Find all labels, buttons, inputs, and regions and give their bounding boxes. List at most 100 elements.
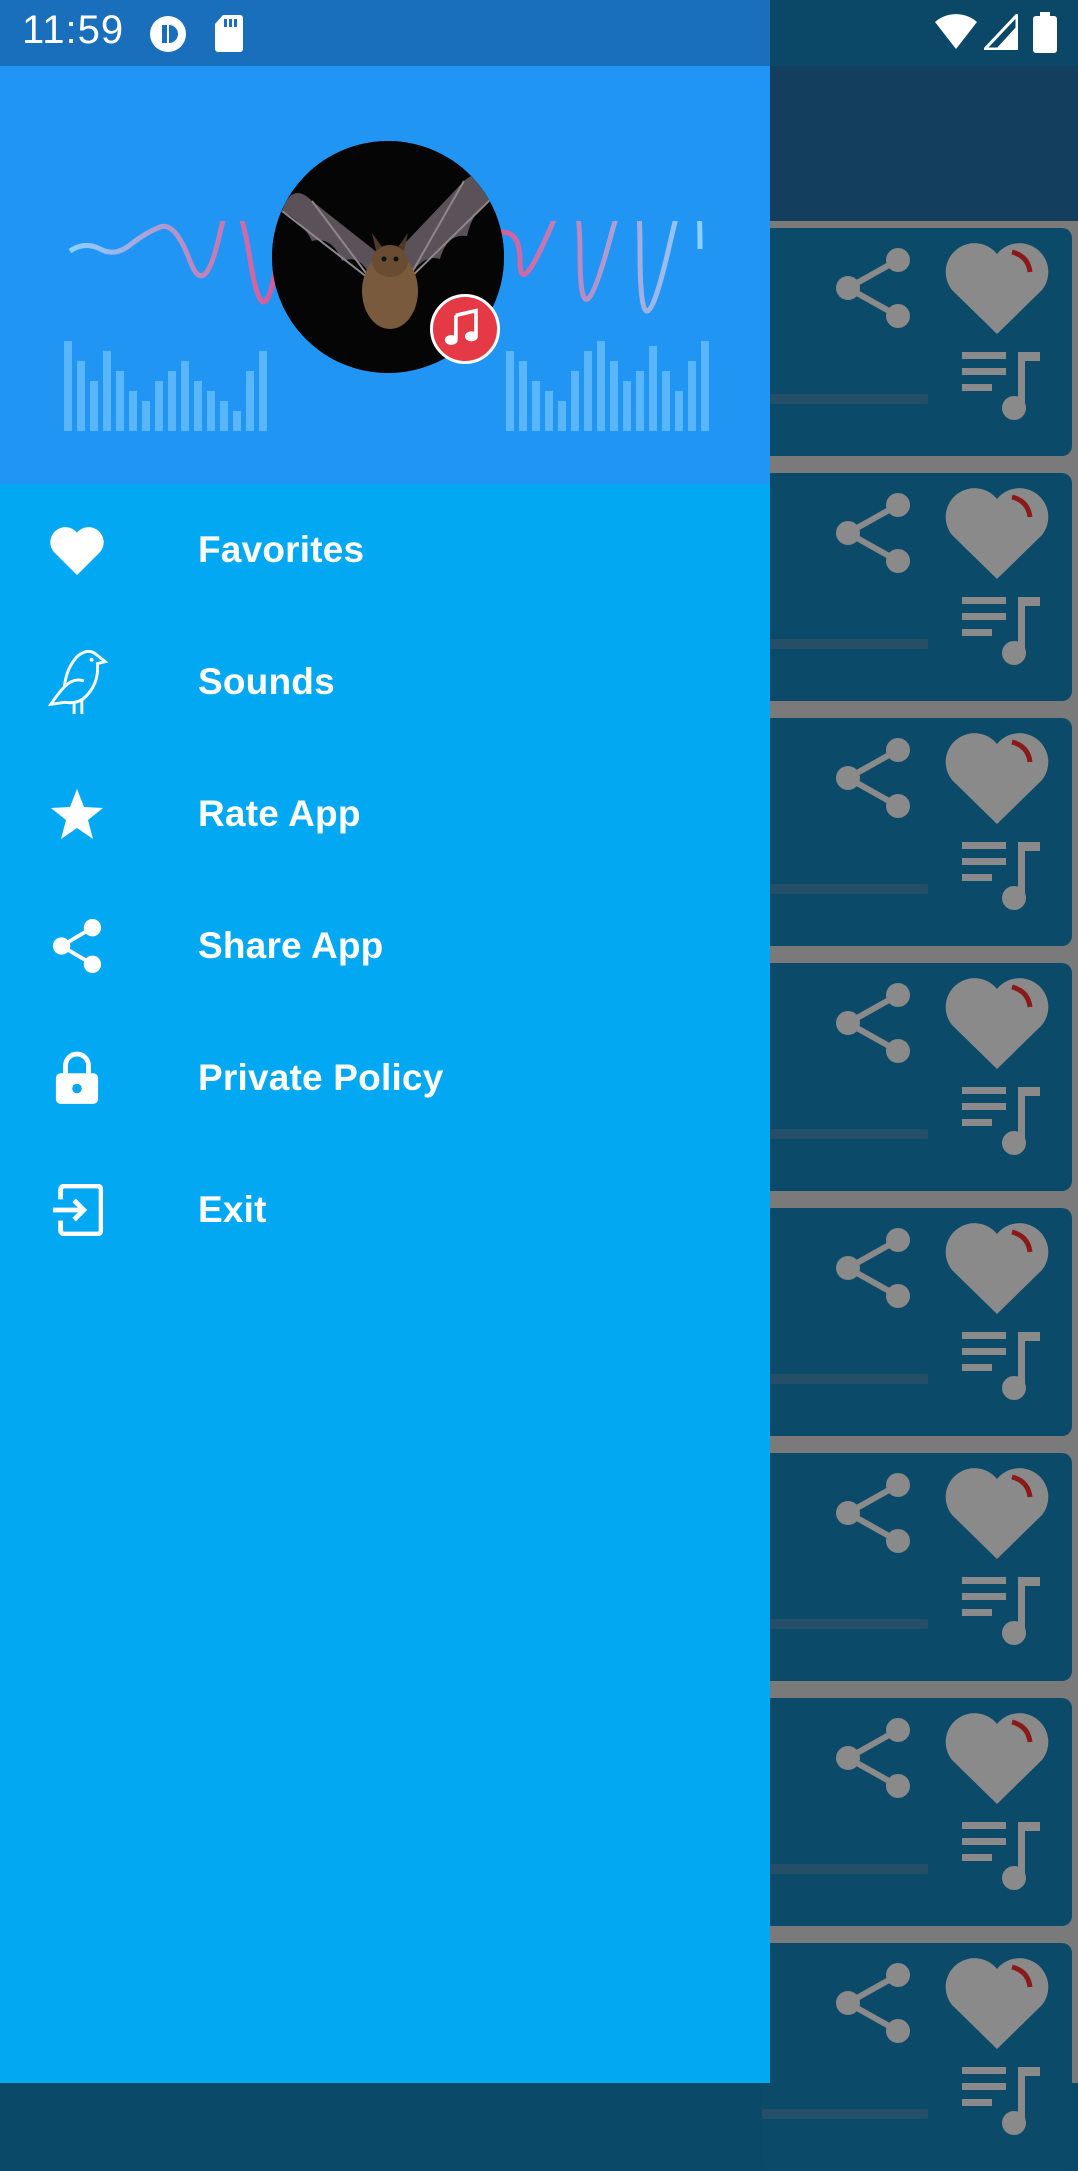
eq-bar bbox=[77, 361, 85, 431]
eq-bar bbox=[623, 381, 631, 431]
favorite-heart-icon[interactable] bbox=[942, 1953, 1052, 2053]
signal-icon bbox=[984, 14, 1018, 50]
menu-item-label: Share App bbox=[198, 925, 384, 966]
menu-item-share-app[interactable]: Share App bbox=[0, 880, 770, 1012]
share-icon[interactable] bbox=[832, 1716, 916, 1800]
sound-progress-track bbox=[762, 639, 928, 649]
sound-progress-track bbox=[762, 1619, 928, 1629]
eq-bar bbox=[649, 346, 657, 431]
eq-bar bbox=[194, 381, 202, 431]
eq-bar bbox=[155, 381, 163, 431]
eq-bar bbox=[129, 391, 137, 431]
eq-bar bbox=[558, 401, 566, 431]
eq-bar bbox=[233, 411, 241, 431]
sound-card[interactable] bbox=[762, 1698, 1072, 1926]
battery-icon bbox=[1033, 12, 1057, 53]
share-icon[interactable] bbox=[832, 1961, 916, 2045]
sound-card[interactable] bbox=[762, 718, 1072, 946]
playlist-icon[interactable] bbox=[960, 1571, 1046, 1651]
eq-bar bbox=[246, 371, 254, 431]
bird-icon bbox=[40, 649, 114, 714]
favorite-heart-icon[interactable] bbox=[942, 238, 1052, 338]
eq-bar bbox=[532, 381, 540, 431]
sound-card[interactable] bbox=[762, 1453, 1072, 1681]
status-bar: 11:59 bbox=[0, 0, 1078, 66]
sound-card[interactable] bbox=[762, 963, 1072, 1191]
menu-item-label: Favorites bbox=[198, 529, 365, 570]
share-icon[interactable] bbox=[832, 981, 916, 1065]
eq-bar bbox=[220, 401, 228, 431]
menu-item-favorites[interactable]: Favorites bbox=[0, 484, 770, 616]
eq-bar bbox=[636, 371, 644, 431]
wifi-icon bbox=[935, 14, 977, 49]
eq-bar bbox=[688, 361, 696, 431]
status-time: 11:59 bbox=[22, 8, 125, 52]
eq-bar bbox=[571, 371, 579, 431]
playlist-icon[interactable] bbox=[960, 1326, 1046, 1406]
star-icon bbox=[40, 785, 114, 843]
sound-progress-track bbox=[762, 394, 928, 404]
eq-bar bbox=[103, 351, 111, 431]
favorite-heart-icon[interactable] bbox=[942, 1463, 1052, 1563]
eq-bar bbox=[259, 351, 267, 431]
playlist-icon[interactable] bbox=[960, 836, 1046, 916]
eq-bar bbox=[207, 391, 215, 431]
playlist-icon[interactable] bbox=[960, 1081, 1046, 1161]
exit-icon bbox=[40, 1181, 114, 1239]
favorite-heart-icon[interactable] bbox=[942, 973, 1052, 1073]
app-notification-icon bbox=[150, 16, 186, 52]
sound-progress-track bbox=[762, 1864, 928, 1874]
navigation-drawer: Favorites Sounds Rate App Share App Priv… bbox=[0, 66, 770, 2083]
sound-progress-track bbox=[762, 2109, 928, 2119]
playlist-icon[interactable] bbox=[960, 591, 1046, 671]
sound-card[interactable] bbox=[762, 228, 1072, 456]
eq-bar bbox=[142, 401, 150, 431]
eq-bar bbox=[584, 351, 592, 431]
share-icon[interactable] bbox=[832, 491, 916, 575]
sound-progress-track bbox=[762, 1129, 928, 1139]
menu-item-label: Sounds bbox=[198, 661, 335, 702]
drawer-header bbox=[0, 66, 770, 484]
favorite-heart-icon[interactable] bbox=[942, 1708, 1052, 1808]
menu-item-private-policy[interactable]: Private Policy bbox=[0, 1012, 770, 1144]
share-icon bbox=[40, 917, 114, 975]
sound-progress-track bbox=[762, 1374, 928, 1384]
share-icon[interactable] bbox=[832, 1471, 916, 1555]
eq-bar bbox=[168, 371, 176, 431]
drawer-menu: Favorites Sounds Rate App Share App Priv… bbox=[0, 484, 770, 1276]
eq-bar bbox=[662, 371, 670, 431]
eq-bar bbox=[90, 381, 98, 431]
share-icon[interactable] bbox=[832, 1226, 916, 1310]
sound-card[interactable] bbox=[762, 1208, 1072, 1436]
eq-bar bbox=[545, 391, 553, 431]
menu-item-sounds[interactable]: Sounds bbox=[0, 616, 770, 748]
sd-card-icon bbox=[215, 15, 243, 52]
sound-card[interactable] bbox=[762, 473, 1072, 701]
menu-item-label: Private Policy bbox=[198, 1057, 444, 1098]
favorite-heart-icon[interactable] bbox=[942, 1218, 1052, 1318]
playlist-icon[interactable] bbox=[960, 1816, 1046, 1896]
music-note-icon bbox=[444, 308, 478, 345]
share-icon[interactable] bbox=[832, 246, 916, 330]
menu-item-exit[interactable]: Exit bbox=[0, 1144, 770, 1276]
favorite-heart-icon[interactable] bbox=[942, 728, 1052, 828]
heart-icon bbox=[40, 521, 114, 579]
menu-item-rate-app[interactable]: Rate App bbox=[0, 748, 770, 880]
eq-bar bbox=[597, 341, 605, 431]
favorite-heart-icon[interactable] bbox=[942, 483, 1052, 583]
eq-bar bbox=[116, 371, 124, 431]
sound-progress-track bbox=[762, 884, 928, 894]
eq-bar bbox=[506, 351, 514, 431]
eq-bar bbox=[64, 341, 72, 431]
playlist-icon[interactable] bbox=[960, 346, 1046, 426]
playlist-icon[interactable] bbox=[960, 2061, 1046, 2141]
menu-item-label: Rate App bbox=[198, 793, 361, 834]
music-badge bbox=[430, 294, 500, 364]
share-icon[interactable] bbox=[832, 736, 916, 820]
eq-bar bbox=[519, 361, 527, 431]
eq-bar bbox=[181, 361, 189, 431]
sound-card[interactable] bbox=[762, 1943, 1072, 2171]
eq-bar bbox=[610, 361, 618, 431]
lock-icon bbox=[40, 1049, 114, 1107]
eq-bar bbox=[701, 341, 709, 431]
